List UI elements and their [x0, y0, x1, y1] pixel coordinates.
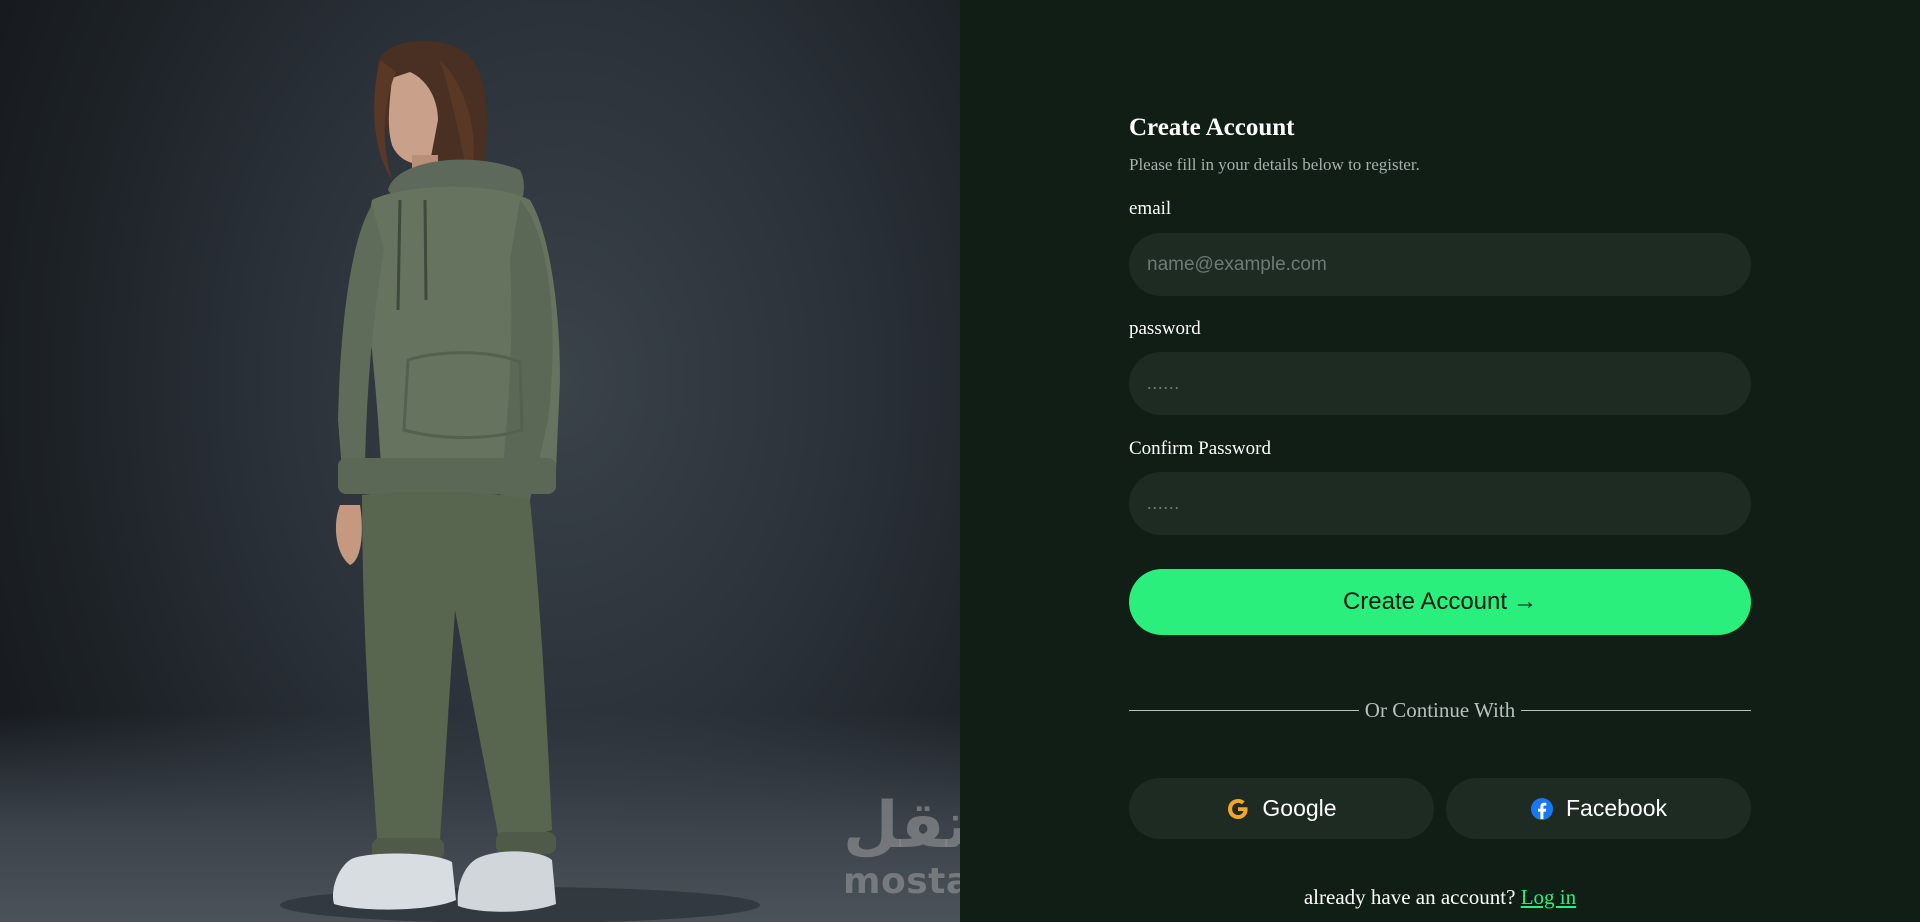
- login-prompt-text: already have an account?: [1303, 885, 1516, 909]
- hero-photo-panel: [0, 0, 960, 922]
- google-button[interactable]: Google: [1129, 778, 1434, 839]
- create-account-button-label: Create Account: [1342, 588, 1508, 615]
- create-account-button[interactable]: Create Account →: [1129, 569, 1751, 635]
- form-panel: Create Account Please fill in your detai…: [960, 0, 1920, 922]
- arrow-right-icon: →: [1513, 588, 1538, 615]
- password-label: password: [1129, 318, 1201, 339]
- google-icon: [1226, 797, 1250, 821]
- divider-line-left: [1129, 709, 1359, 711]
- register-form: Create Account Please fill in your detai…: [1129, 0, 1751, 922]
- form-subtitle: Please fill in your details below to reg…: [1129, 155, 1420, 174]
- divider-text: Or Continue With: [1364, 698, 1516, 722]
- email-label: email: [1129, 198, 1172, 219]
- login-prompt-row: already have an account? Log in: [1129, 883, 1751, 911]
- or-continue-divider: Or Continue With: [1129, 694, 1751, 726]
- divider-line-right: [1521, 709, 1751, 711]
- facebook-button[interactable]: Facebook: [1446, 778, 1751, 839]
- form-title: Create Account: [1129, 114, 1295, 141]
- confirm-password-input[interactable]: [1129, 472, 1751, 535]
- confirm-password-label: Confirm Password: [1129, 438, 1271, 459]
- google-button-label: Google: [1262, 795, 1337, 821]
- login-link[interactable]: Log in: [1521, 885, 1576, 909]
- password-input[interactable]: [1129, 352, 1751, 415]
- facebook-icon: [1530, 797, 1554, 821]
- model-illustration: [280, 40, 760, 922]
- email-input[interactable]: [1129, 233, 1751, 296]
- facebook-button-label: Facebook: [1565, 795, 1667, 821]
